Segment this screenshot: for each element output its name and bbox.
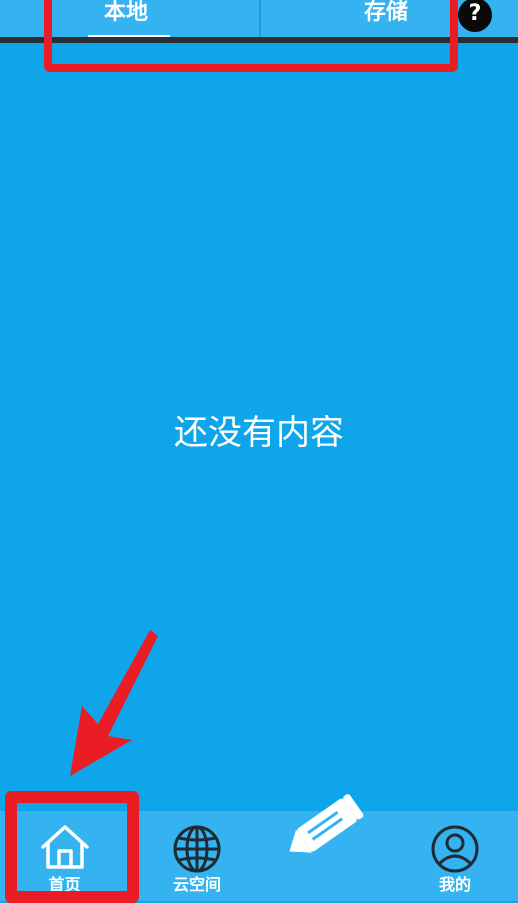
annotation-arrow [70, 630, 158, 776]
nav-me-label: 我的 [438, 875, 471, 894]
empty-state-message: 还没有内容 [174, 413, 344, 453]
annotation-highlight-tabs [44, 0, 458, 72]
globe-icon [173, 825, 221, 873]
pencil-icon [289, 794, 364, 853]
nav-cloud-space[interactable]: 云空间 [150, 811, 244, 901]
annotation-highlight-home [5, 791, 139, 903]
nav-me[interactable]: 我的 [405, 811, 505, 901]
user-icon [431, 825, 479, 873]
compose-pencil-button[interactable] [279, 781, 369, 871]
nav-cloud-label: 云空间 [172, 875, 221, 894]
